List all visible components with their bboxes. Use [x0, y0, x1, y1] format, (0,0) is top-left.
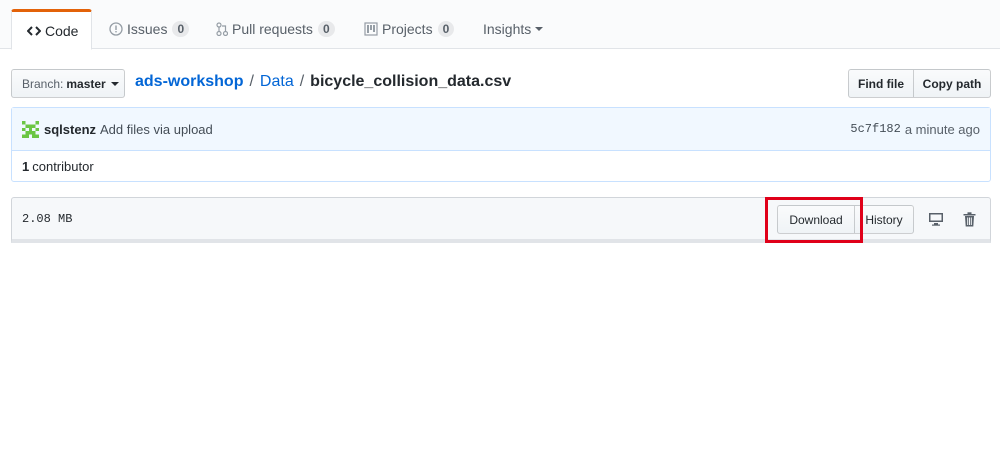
copy-path-button[interactable]: Copy path — [913, 69, 991, 98]
desktop-icon[interactable] — [926, 208, 946, 230]
branch-prefix: Branch: — [22, 76, 64, 91]
commit-sha[interactable]: 5c7f182 — [850, 122, 900, 136]
pull-requests-counter: 0 — [317, 21, 335, 37]
file-size: 2.08 MB — [22, 212, 73, 226]
latest-commit-row: sqlstenz Add files via upload 5c7f182 a … — [12, 108, 990, 151]
breadcrumb: ads-workshop / Data / bicycle_collision_… — [135, 73, 511, 91]
issue-icon — [109, 22, 123, 36]
contributors-row[interactable]: 1 contributor — [12, 151, 990, 182]
commit-author[interactable]: sqlstenz — [44, 122, 96, 137]
tab-insights[interactable]: Insights — [483, 9, 544, 49]
contributor-count: 1 — [22, 159, 30, 174]
find-file-button[interactable]: Find file — [848, 69, 914, 98]
breadcrumb-file-name: bicycle_collision_data.csv — [310, 73, 512, 90]
breadcrumb-separator: / — [299, 73, 305, 90]
project-icon — [364, 22, 378, 36]
commit-tease: sqlstenz Add files via upload 5c7f182 a … — [11, 107, 991, 182]
repo-nav-tabs: Code Issues 0 Pull requests 0 Projects 0… — [0, 0, 1000, 50]
pull-request-icon — [216, 22, 228, 36]
chevron-down-icon — [535, 27, 544, 31]
commit-time: a minute ago — [904, 121, 980, 137]
contributor-label: contributor — [32, 159, 94, 174]
tab-code[interactable]: Code — [11, 9, 92, 50]
avatar[interactable] — [22, 120, 39, 138]
issues-counter: 0 — [172, 21, 190, 37]
trash-icon[interactable] — [959, 208, 979, 230]
breadcrumb-repo-link[interactable]: ads-workshop — [135, 73, 243, 91]
code-icon — [27, 25, 41, 37]
chevron-down-icon — [110, 81, 119, 86]
tab-insights-label: Insights — [483, 21, 532, 37]
breadcrumb-separator: / — [249, 73, 254, 90]
tab-issues[interactable]: Issues 0 — [109, 9, 190, 49]
tab-pull-requests-label: Pull requests — [232, 21, 313, 37]
highlight-box — [765, 197, 863, 243]
projects-counter: 0 — [437, 21, 455, 37]
tab-projects[interactable]: Projects 0 — [364, 9, 455, 49]
tab-pull-requests[interactable]: Pull requests 0 — [216, 9, 335, 49]
tab-projects-label: Projects — [382, 21, 433, 37]
tab-code-label: Code — [45, 22, 79, 39]
branch-select-button[interactable]: Branch: master — [11, 69, 125, 98]
commit-meta: 5c7f182 a minute ago — [850, 122, 980, 137]
tab-issues-label: Issues — [127, 21, 168, 37]
history-button[interactable]: History — [854, 205, 914, 234]
breadcrumb-folder-link[interactable]: Data — [260, 73, 294, 91]
commit-message[interactable]: Add files via upload — [100, 122, 213, 137]
branch-name: master — [66, 76, 106, 91]
